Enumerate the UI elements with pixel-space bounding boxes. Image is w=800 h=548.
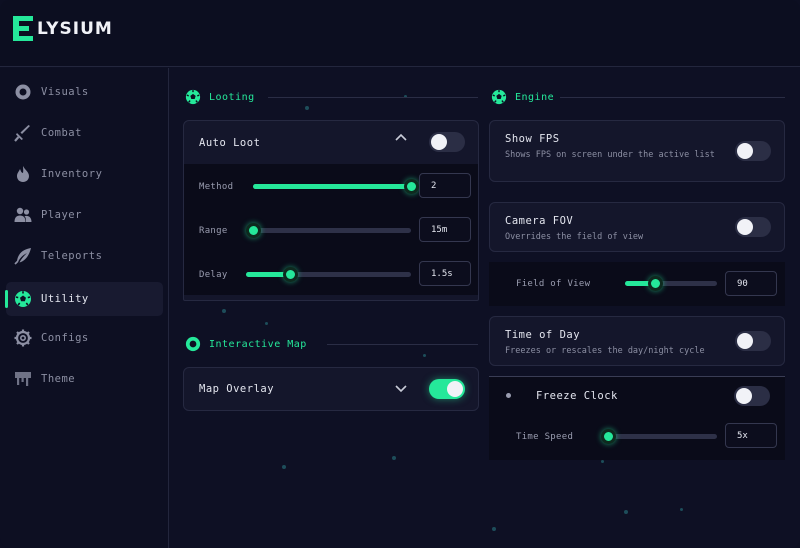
sidebar-item-inventory[interactable]: Inventory — [6, 157, 163, 191]
app-logo: LYSIUM — [13, 16, 113, 41]
range-value-input[interactable]: 15m — [419, 217, 471, 242]
particle — [305, 106, 309, 110]
soccer-ball-icon — [185, 89, 201, 105]
particle — [222, 309, 226, 313]
app-title: LYSIUM — [37, 18, 113, 39]
field-of-view-value-input[interactable]: 90 — [725, 271, 777, 296]
particle — [423, 354, 426, 357]
camera-fov-label: Camera FOV — [505, 215, 574, 227]
target-ring-icon — [185, 336, 201, 352]
section-title-looting: Looting — [185, 89, 255, 105]
app-header: LYSIUM — [0, 0, 800, 67]
auto-loot-card: Auto Loot Method 2 Range 15m Delay 1.5s — [183, 120, 479, 301]
delay-value-input[interactable]: 1.5s — [419, 261, 471, 286]
auto-loot-options: Method 2 Range 15m Delay 1.5s — [184, 164, 478, 295]
sidebar-item-label: Configs — [41, 332, 89, 344]
auto-loot-label: Auto Loot — [199, 137, 261, 149]
sidebar-item-label: Visuals — [41, 86, 89, 98]
field-of-view-label: Field of View — [516, 279, 591, 289]
freeze-clock-label: Freeze Clock — [536, 390, 618, 402]
sidebar-item-label: Inventory — [41, 168, 103, 180]
section-title-interactive-map: Interactive Map — [185, 336, 307, 352]
time-of-day-options: Freeze Clock Time Speed 5x — [489, 376, 785, 460]
section-title-text: Engine — [515, 91, 555, 103]
particle — [282, 465, 286, 469]
flame-icon — [17, 166, 29, 182]
map-overlay-toggle[interactable] — [429, 379, 465, 399]
section-title-text: Interactive Map — [209, 338, 307, 350]
sidebar: Visuals Combat Inventory Player Teleport… — [0, 68, 169, 548]
camera-fov-card: Camera FOV Overrides the field of view — [489, 202, 785, 252]
sidebar-item-player[interactable]: Player — [6, 198, 163, 232]
soccer-ball-icon — [15, 291, 31, 307]
range-label: Range — [199, 226, 228, 236]
camera-fov-options: Field of View 90 — [489, 262, 785, 306]
sidebar-item-label: Combat — [41, 127, 82, 139]
time-of-day-card: Time of Day Freezes or rescales the day/… — [489, 316, 785, 366]
section-divider — [327, 344, 478, 345]
sidebar-item-label: Player — [41, 209, 82, 221]
chevron-down-icon[interactable] — [394, 384, 408, 394]
sidebar-item-label: Teleports — [41, 250, 103, 262]
sidebar-item-combat[interactable]: Combat — [6, 116, 163, 150]
active-indicator — [5, 290, 8, 308]
particle — [392, 456, 396, 460]
sidebar-item-teleports[interactable]: Teleports — [6, 239, 163, 273]
particle — [624, 510, 628, 514]
method-slider[interactable] — [253, 179, 419, 194]
particle — [265, 322, 268, 325]
map-overlay-label: Map Overlay — [199, 383, 275, 395]
time-speed-label: Time Speed — [516, 432, 574, 442]
sidebar-item-visuals[interactable]: Visuals — [6, 75, 163, 109]
particle — [492, 527, 496, 531]
method-label: Method — [199, 182, 234, 192]
camera-fov-toggle[interactable] — [735, 217, 771, 237]
time-speed-slider[interactable] — [601, 429, 717, 444]
section-title-engine: Engine — [491, 89, 554, 105]
sidebar-item-utility[interactable]: Utility — [5, 282, 163, 316]
logo-e-mark-icon — [13, 16, 35, 41]
section-divider — [268, 97, 478, 98]
particle — [680, 508, 683, 511]
sidebar-item-configs[interactable]: Configs — [6, 321, 163, 355]
sidebar-item-theme[interactable]: Theme — [6, 362, 163, 396]
method-value-input[interactable]: 2 — [419, 173, 471, 198]
show-fps-description: Shows FPS on screen under the active lis… — [505, 150, 715, 160]
field-of-view-slider[interactable] — [625, 276, 717, 291]
time-of-day-label: Time of Day — [505, 329, 581, 341]
freeze-clock-toggle[interactable] — [734, 386, 770, 406]
range-slider[interactable] — [245, 223, 411, 238]
sidebar-item-label: Theme — [41, 373, 76, 385]
soccer-ball-icon — [491, 89, 507, 105]
time-of-day-description: Freezes or rescales the day/night cycle — [505, 346, 705, 356]
app-window: LYSIUM Visuals Combat Inventory Player T… — [0, 0, 800, 548]
map-overlay-card: Map Overlay — [183, 367, 479, 411]
sidebar-item-label: Utility — [41, 293, 89, 305]
show-fps-card: Show FPS Shows FPS on screen under the a… — [489, 120, 785, 182]
camera-fov-description: Overrides the field of view — [505, 232, 644, 242]
particle — [601, 460, 604, 463]
sword-icon — [14, 125, 30, 142]
auto-loot-toggle[interactable] — [429, 132, 465, 152]
delay-slider[interactable] — [246, 267, 411, 282]
time-speed-value-input[interactable]: 5x — [725, 423, 777, 448]
feather-icon — [14, 248, 31, 265]
show-fps-toggle[interactable] — [735, 141, 771, 161]
paint-drip-icon — [15, 372, 31, 386]
users-icon — [14, 207, 32, 222]
show-fps-label: Show FPS — [505, 133, 560, 145]
delay-label: Delay — [199, 270, 228, 280]
time-of-day-toggle[interactable] — [735, 331, 771, 351]
section-divider — [560, 97, 785, 98]
gear-icon — [14, 329, 32, 347]
bullet-icon — [506, 393, 511, 398]
section-title-text: Looting — [209, 91, 255, 103]
chevron-up-icon[interactable] — [394, 132, 408, 142]
eye-ring-icon — [15, 84, 31, 100]
